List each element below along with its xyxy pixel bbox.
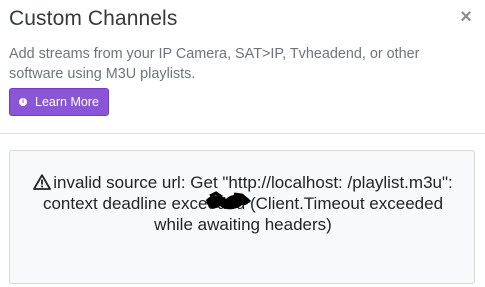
learn-more-label: Learn More — [35, 95, 99, 109]
modal-header: Custom Channels × Add streams from your … — [0, 0, 485, 133]
modal-title: Custom Channels — [9, 7, 178, 30]
close-icon[interactable]: × — [458, 7, 474, 27]
header-divider — [0, 133, 485, 134]
error-alert: invalid source url: Get "http://localhos… — [9, 150, 475, 284]
learn-more-button[interactable]: i Learn More — [9, 88, 109, 116]
info-icon: i — [19, 98, 27, 106]
redaction-scribble — [206, 191, 251, 210]
modal-description: Add streams from your IP Camera, SAT>IP,… — [9, 46, 420, 82]
custom-channels-modal: Custom Channels × Add streams from your … — [0, 0, 485, 287]
warning-triangle-icon — [33, 174, 52, 190]
